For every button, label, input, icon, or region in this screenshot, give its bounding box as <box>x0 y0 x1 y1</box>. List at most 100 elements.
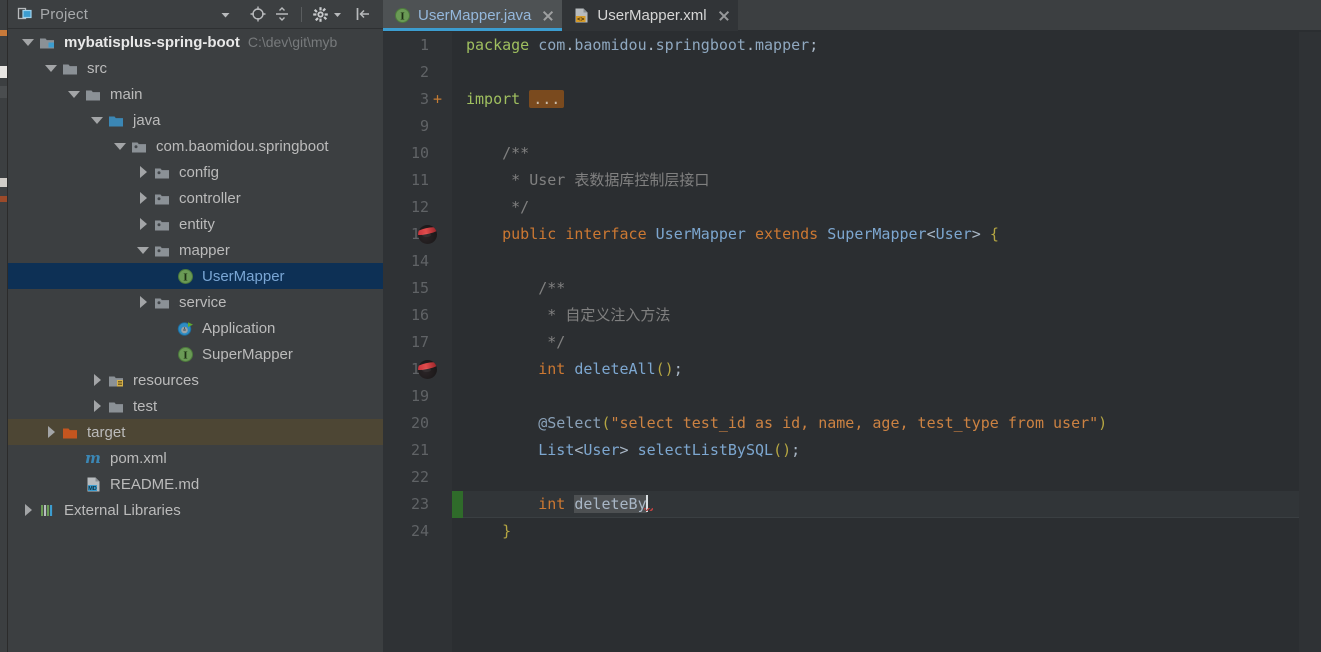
gutter-line[interactable]: 2 <box>383 59 452 86</box>
chevron-right-icon[interactable] <box>86 400 108 412</box>
editor-tab[interactable]: <> UserMapper.xml <box>562 0 738 31</box>
close-icon[interactable] <box>717 9 730 22</box>
chevron-down-icon[interactable] <box>40 64 62 72</box>
code-line[interactable] <box>452 113 1299 140</box>
tree-node-label: README.md <box>110 475 200 493</box>
gear-dropdown-arrow-icon[interactable] <box>330 8 345 21</box>
code-line-content: /** <box>466 144 529 162</box>
code-line[interactable] <box>452 248 1299 275</box>
gutter-line[interactable]: 12 <box>383 194 452 221</box>
editor-code-area[interactable]: package com.baomidou.springboot.mapper; i… <box>452 32 1299 652</box>
chevron-down-icon[interactable] <box>132 246 154 254</box>
tree-row[interactable]: Application <box>8 315 383 341</box>
tree-row[interactable]: External Libraries <box>8 497 383 523</box>
chevron-down-icon[interactable] <box>219 8 232 21</box>
gutter-line[interactable]: 21 <box>383 437 452 464</box>
tree-row[interactable]: MD README.md <box>8 471 383 497</box>
tree-row[interactable]: resources <box>8 367 383 393</box>
tree-row[interactable]: mybatisplus-spring-boot C:\dev\git\myb <box>8 29 383 55</box>
project-view-selector[interactable]: Project <box>8 6 88 23</box>
tree-row[interactable]: main <box>8 81 383 107</box>
tree-row[interactable]: com.baomidou.springboot <box>8 133 383 159</box>
gutter-line[interactable]: 24 <box>383 518 452 545</box>
tree-row[interactable]: service <box>8 289 383 315</box>
editor-right-margin[interactable] <box>1299 32 1321 652</box>
markdown-file-icon: MD <box>85 476 104 492</box>
gear-icon[interactable] <box>309 4 332 25</box>
code-line[interactable]: int deleteAll(); <box>452 356 1299 383</box>
gutter-line[interactable]: 11 <box>383 167 452 194</box>
package-icon <box>154 164 173 180</box>
gutter-line[interactable]: 19 <box>383 383 452 410</box>
tree-node-label: External Libraries <box>64 501 181 519</box>
editor-tab-bar: I UserMapper.java <> UserMapper.xml <box>383 0 1321 32</box>
tree-row[interactable]: mapper <box>8 237 383 263</box>
chevron-down-icon[interactable] <box>109 142 131 150</box>
code-line[interactable]: public interface UserMapper extends Supe… <box>452 221 1299 248</box>
gutter-line[interactable]: 16 <box>383 302 452 329</box>
gutter-line[interactable]: 10 <box>383 140 452 167</box>
gutter-line[interactable]: 9 <box>383 113 452 140</box>
mybatis-mapper-gutter-icon[interactable] <box>418 225 437 244</box>
chevron-down-icon[interactable] <box>63 90 85 98</box>
gutter-line[interactable]: 20 <box>383 410 452 437</box>
gutter-line[interactable]: 23 <box>383 491 452 518</box>
line-number: 12 <box>410 198 429 216</box>
chevron-right-icon[interactable] <box>132 192 154 204</box>
gutter-line[interactable]: 22 <box>383 464 452 491</box>
collapse-all-icon[interactable] <box>270 3 294 25</box>
gutter-line[interactable]: 13 <box>383 221 452 248</box>
chevron-right-icon[interactable] <box>86 374 108 386</box>
code-line[interactable]: int deleteBy <box>452 491 1299 518</box>
tree-row[interactable]: I SuperMapper <box>8 341 383 367</box>
gutter-line[interactable]: 15 <box>383 275 452 302</box>
tree-row[interactable]: java <box>8 107 383 133</box>
chevron-down-icon[interactable] <box>17 38 39 46</box>
gutter-line[interactable]: 1 <box>383 32 452 59</box>
gutter-line[interactable]: 17 <box>383 329 452 356</box>
code-line[interactable]: */ <box>452 194 1299 221</box>
code-line[interactable]: package com.baomidou.springboot.mapper; <box>452 32 1299 59</box>
code-line[interactable]: * User 表数据库控制层接口 <box>452 167 1299 194</box>
code-line[interactable] <box>452 383 1299 410</box>
tree-row[interactable]: I UserMapper <box>8 263 383 289</box>
left-tool-window-stripe[interactable] <box>0 0 8 652</box>
code-line[interactable] <box>452 59 1299 86</box>
scroll-from-source-icon[interactable] <box>246 3 270 25</box>
mybatis-mapper-gutter-icon[interactable] <box>418 360 437 379</box>
code-line-content: * 自定义注入方法 <box>466 306 670 324</box>
chevron-right-icon[interactable] <box>40 426 62 438</box>
tree-row[interactable]: m pom.xml <box>8 445 383 471</box>
editor-gutter[interactable]: 123+9101112131415161718192021222324 <box>383 32 452 652</box>
tree-row[interactable]: target <box>8 419 383 445</box>
chevron-right-icon[interactable] <box>132 218 154 230</box>
close-icon[interactable] <box>541 9 554 22</box>
project-tree[interactable]: mybatisplus-spring-boot C:\dev\git\myb src… <box>8 29 383 523</box>
code-line[interactable] <box>452 464 1299 491</box>
tree-row[interactable]: config <box>8 159 383 185</box>
chevron-right-icon[interactable] <box>17 504 39 516</box>
editor-tab[interactable]: I UserMapper.java <box>383 0 563 31</box>
gutter-line[interactable]: 3 + <box>383 86 452 113</box>
hide-panel-icon[interactable] <box>351 3 375 25</box>
code-line[interactable]: List<User> selectListBySQL(); <box>452 437 1299 464</box>
code-line[interactable]: */ <box>452 329 1299 356</box>
code-editor[interactable]: 123+9101112131415161718192021222324 pack… <box>383 32 1321 652</box>
fold-expand-icon[interactable]: + <box>433 86 442 113</box>
code-line[interactable]: import ... <box>452 86 1299 113</box>
chevron-right-icon[interactable] <box>132 296 154 308</box>
code-line[interactable]: * 自定义注入方法 <box>452 302 1299 329</box>
code-line[interactable]: } <box>452 518 1299 545</box>
code-line[interactable]: /** <box>452 140 1299 167</box>
gutter-line[interactable]: 18 <box>383 356 452 383</box>
vcs-change-marker[interactable] <box>452 491 463 518</box>
chevron-down-icon[interactable] <box>86 116 108 124</box>
chevron-right-icon[interactable] <box>132 166 154 178</box>
code-line[interactable]: @Select("select test_id as id, name, age… <box>452 410 1299 437</box>
code-line[interactable]: /** <box>452 275 1299 302</box>
tree-row[interactable]: controller <box>8 185 383 211</box>
gutter-line[interactable]: 14 <box>383 248 452 275</box>
tree-row[interactable]: test <box>8 393 383 419</box>
tree-row[interactable]: src <box>8 55 383 81</box>
tree-row[interactable]: entity <box>8 211 383 237</box>
